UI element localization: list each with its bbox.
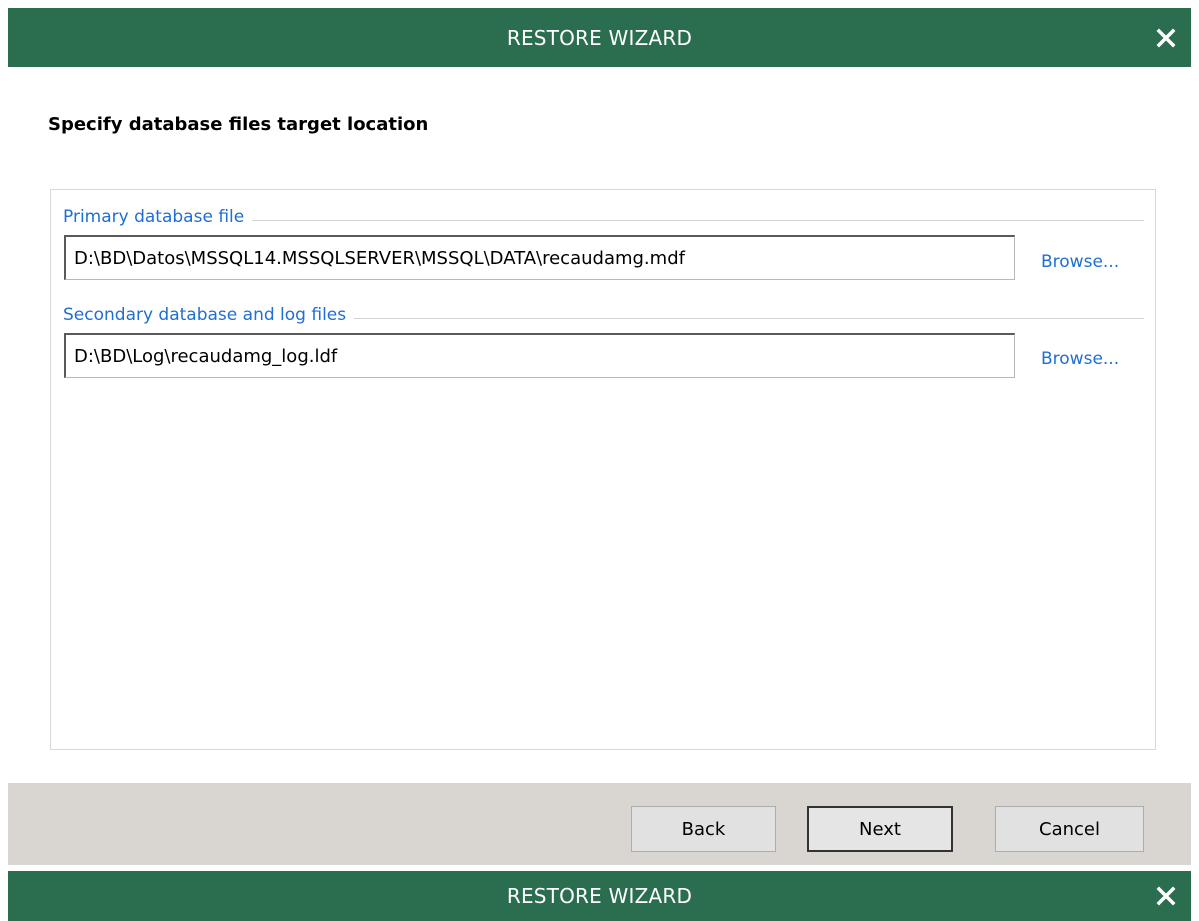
title-bar: RESTORE WIZARD	[8, 8, 1191, 67]
window-title: RESTORE WIZARD	[506, 25, 693, 50]
back-button[interactable]: Back	[631, 806, 776, 852]
cancel-button[interactable]: Cancel	[995, 806, 1144, 852]
primary-file-path-input[interactable]	[64, 235, 1015, 280]
secondary-group-label: Secondary database and log files	[63, 305, 355, 325]
next-button[interactable]: Next	[807, 806, 953, 852]
secondary-file-path-input[interactable]	[64, 333, 1015, 378]
primary-browse-link[interactable]: Browse...	[1041, 252, 1119, 272]
page-heading: Specify database files target location	[48, 114, 429, 135]
restore-wizard-window: RESTORE WIZARD Specify database files ta…	[0, 0, 1199, 921]
bottom-close-icon[interactable]	[1155, 885, 1177, 907]
secondary-browse-link[interactable]: Browse...	[1041, 349, 1119, 369]
primary-group-label: Primary database file	[63, 207, 253, 227]
wizard-footer: Back Next Cancel	[8, 783, 1191, 865]
close-icon[interactable]	[1155, 27, 1177, 49]
bottom-window-title: RESTORE WIZARD	[506, 884, 693, 908]
bottom-title-bar: RESTORE WIZARD	[8, 871, 1191, 921]
